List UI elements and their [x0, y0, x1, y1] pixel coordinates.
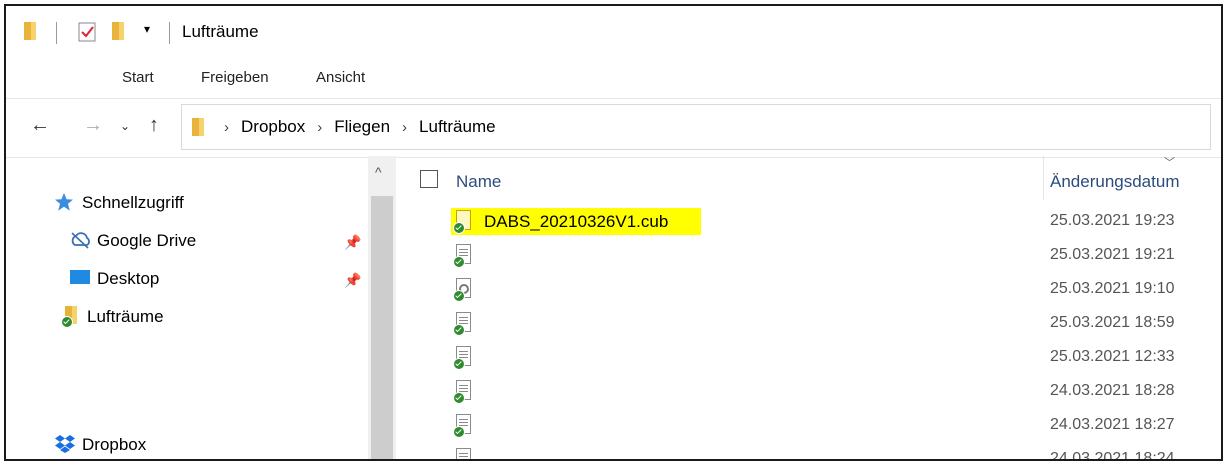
file-row[interactable]: 24.03.2021 18:28: [398, 378, 1221, 412]
column-divider[interactable]: [1043, 156, 1044, 200]
file-icon: [453, 414, 473, 438]
dropdown-icon[interactable]: ▾: [144, 22, 150, 36]
breadcrumb: › Dropbox › Fliegen › Lufträume: [218, 117, 496, 137]
folder-icon[interactable]: [112, 22, 124, 40]
forward-arrow-icon[interactable]: →: [83, 114, 103, 137]
file-date: 25.03.2021 12:33: [1050, 348, 1175, 365]
scroll-up-icon[interactable]: ^: [375, 164, 382, 180]
file-row[interactable]: 24.03.2021 18:24: [398, 446, 1221, 461]
navigation-pane: Schnellzugriff Google Drive 📌 Desktop 📌 …: [6, 156, 368, 459]
file-row[interactable]: 24.03.2021 18:27: [398, 412, 1221, 446]
column-header-date[interactable]: Änderungsdatum: [1050, 172, 1179, 192]
nav-label: Google Drive: [97, 231, 197, 250]
file-row[interactable]: DABS_20210326V1.cub 25.03.2021 19:23: [398, 208, 1221, 242]
chevron-right-icon[interactable]: ›: [396, 119, 413, 136]
breadcrumb-luftraeume[interactable]: Lufträume: [419, 117, 496, 137]
sync-check-icon: [453, 426, 465, 438]
title-bar: ▾ Lufträume: [6, 6, 1221, 62]
sync-check-icon: [453, 222, 465, 234]
pin-icon[interactable]: 📌: [344, 272, 361, 289]
address-row: ← → ⌄ ↑ › Dropbox › Fliegen › Lufträume: [6, 98, 1221, 158]
ribbon-tabs: Start Freigeben Ansicht: [6, 62, 1221, 96]
tab-start[interactable]: Start: [122, 69, 154, 86]
nav-dropbox[interactable]: Dropbox: [54, 434, 146, 456]
file-row[interactable]: 25.03.2021 12:33: [398, 344, 1221, 378]
checklist-icon[interactable]: [78, 22, 96, 42]
file-date: 25.03.2021 19:21: [1050, 246, 1175, 263]
file-row[interactable]: 25.03.2021 19:21: [398, 242, 1221, 276]
nav-label: Desktop: [97, 269, 160, 288]
scrollbar-thumb[interactable]: [371, 196, 393, 459]
cloud-icon: [69, 230, 91, 252]
file-icon: [453, 448, 473, 461]
nav-desktop[interactable]: Desktop: [69, 268, 159, 290]
file-icon: [453, 346, 473, 370]
nav-label: Lufträume: [87, 307, 164, 326]
sync-check-icon: [453, 460, 465, 461]
chevron-right-icon[interactable]: ›: [218, 119, 235, 136]
window-title: Lufträume: [182, 22, 259, 41]
pin-icon[interactable]: 📌: [344, 234, 361, 251]
file-date: 24.03.2021 18:27: [1050, 416, 1175, 433]
file-date: 25.03.2021 19:10: [1050, 280, 1175, 297]
explorer-window: ▾ Lufträume Start Freigeben Ansicht ← → …: [4, 4, 1223, 461]
file-row[interactable]: 25.03.2021 18:59: [398, 310, 1221, 344]
file-icon: [453, 312, 473, 336]
folder-icon: [59, 306, 81, 328]
nav-label: Dropbox: [82, 435, 147, 454]
breadcrumb-fliegen[interactable]: Fliegen: [334, 117, 390, 137]
sync-check-icon: [453, 256, 465, 268]
column-header-name[interactable]: Name: [456, 172, 501, 192]
sync-check-icon: [453, 290, 465, 302]
file-name: DABS_20210326V1.cub: [484, 212, 669, 231]
star-icon: [54, 192, 76, 214]
sort-indicator-icon: ﹀: [1164, 157, 1175, 169]
file-icon: [453, 210, 473, 234]
folder-icon[interactable]: [24, 22, 36, 40]
nav-scrollbar[interactable]: ^: [368, 156, 396, 459]
dropbox-icon: [54, 434, 76, 456]
file-date: 25.03.2021 18:59: [1050, 314, 1175, 331]
folder-icon: [192, 118, 204, 141]
chevron-right-icon[interactable]: ›: [311, 119, 328, 136]
sync-check-icon: [453, 358, 465, 370]
sync-check-icon: [453, 392, 465, 404]
sync-check-icon: [453, 324, 465, 336]
file-date: 24.03.2021 18:24: [1050, 450, 1175, 461]
tab-ansicht[interactable]: Ansicht: [316, 69, 365, 86]
tab-freigeben[interactable]: Freigeben: [201, 69, 269, 86]
breadcrumb-dropbox[interactable]: Dropbox: [241, 117, 305, 137]
file-date: 24.03.2021 18:28: [1050, 382, 1175, 399]
file-icon: [453, 278, 473, 302]
up-arrow-icon[interactable]: ↑: [149, 114, 159, 137]
file-list: Name ﹀ Änderungsdatum DABS_20210326V1.cu…: [398, 156, 1221, 459]
address-bar[interactable]: › Dropbox › Fliegen › Lufträume: [181, 104, 1211, 150]
desktop-icon: [69, 268, 91, 290]
nav-google-drive[interactable]: Google Drive: [69, 230, 196, 252]
file-icon: [453, 380, 473, 404]
recent-dropdown-icon[interactable]: ⌄: [120, 119, 130, 133]
file-date: 25.03.2021 19:23: [1050, 212, 1175, 229]
nav-luftraeume[interactable]: Lufträume: [59, 306, 164, 328]
nav-quick-access[interactable]: Schnellzugriff: [54, 192, 184, 214]
back-arrow-icon[interactable]: ←: [30, 114, 50, 137]
file-row[interactable]: 25.03.2021 19:10: [398, 276, 1221, 310]
nav-label: Schnellzugriff: [82, 193, 184, 212]
select-all-checkbox[interactable]: [420, 170, 438, 188]
file-icon: [453, 244, 473, 268]
